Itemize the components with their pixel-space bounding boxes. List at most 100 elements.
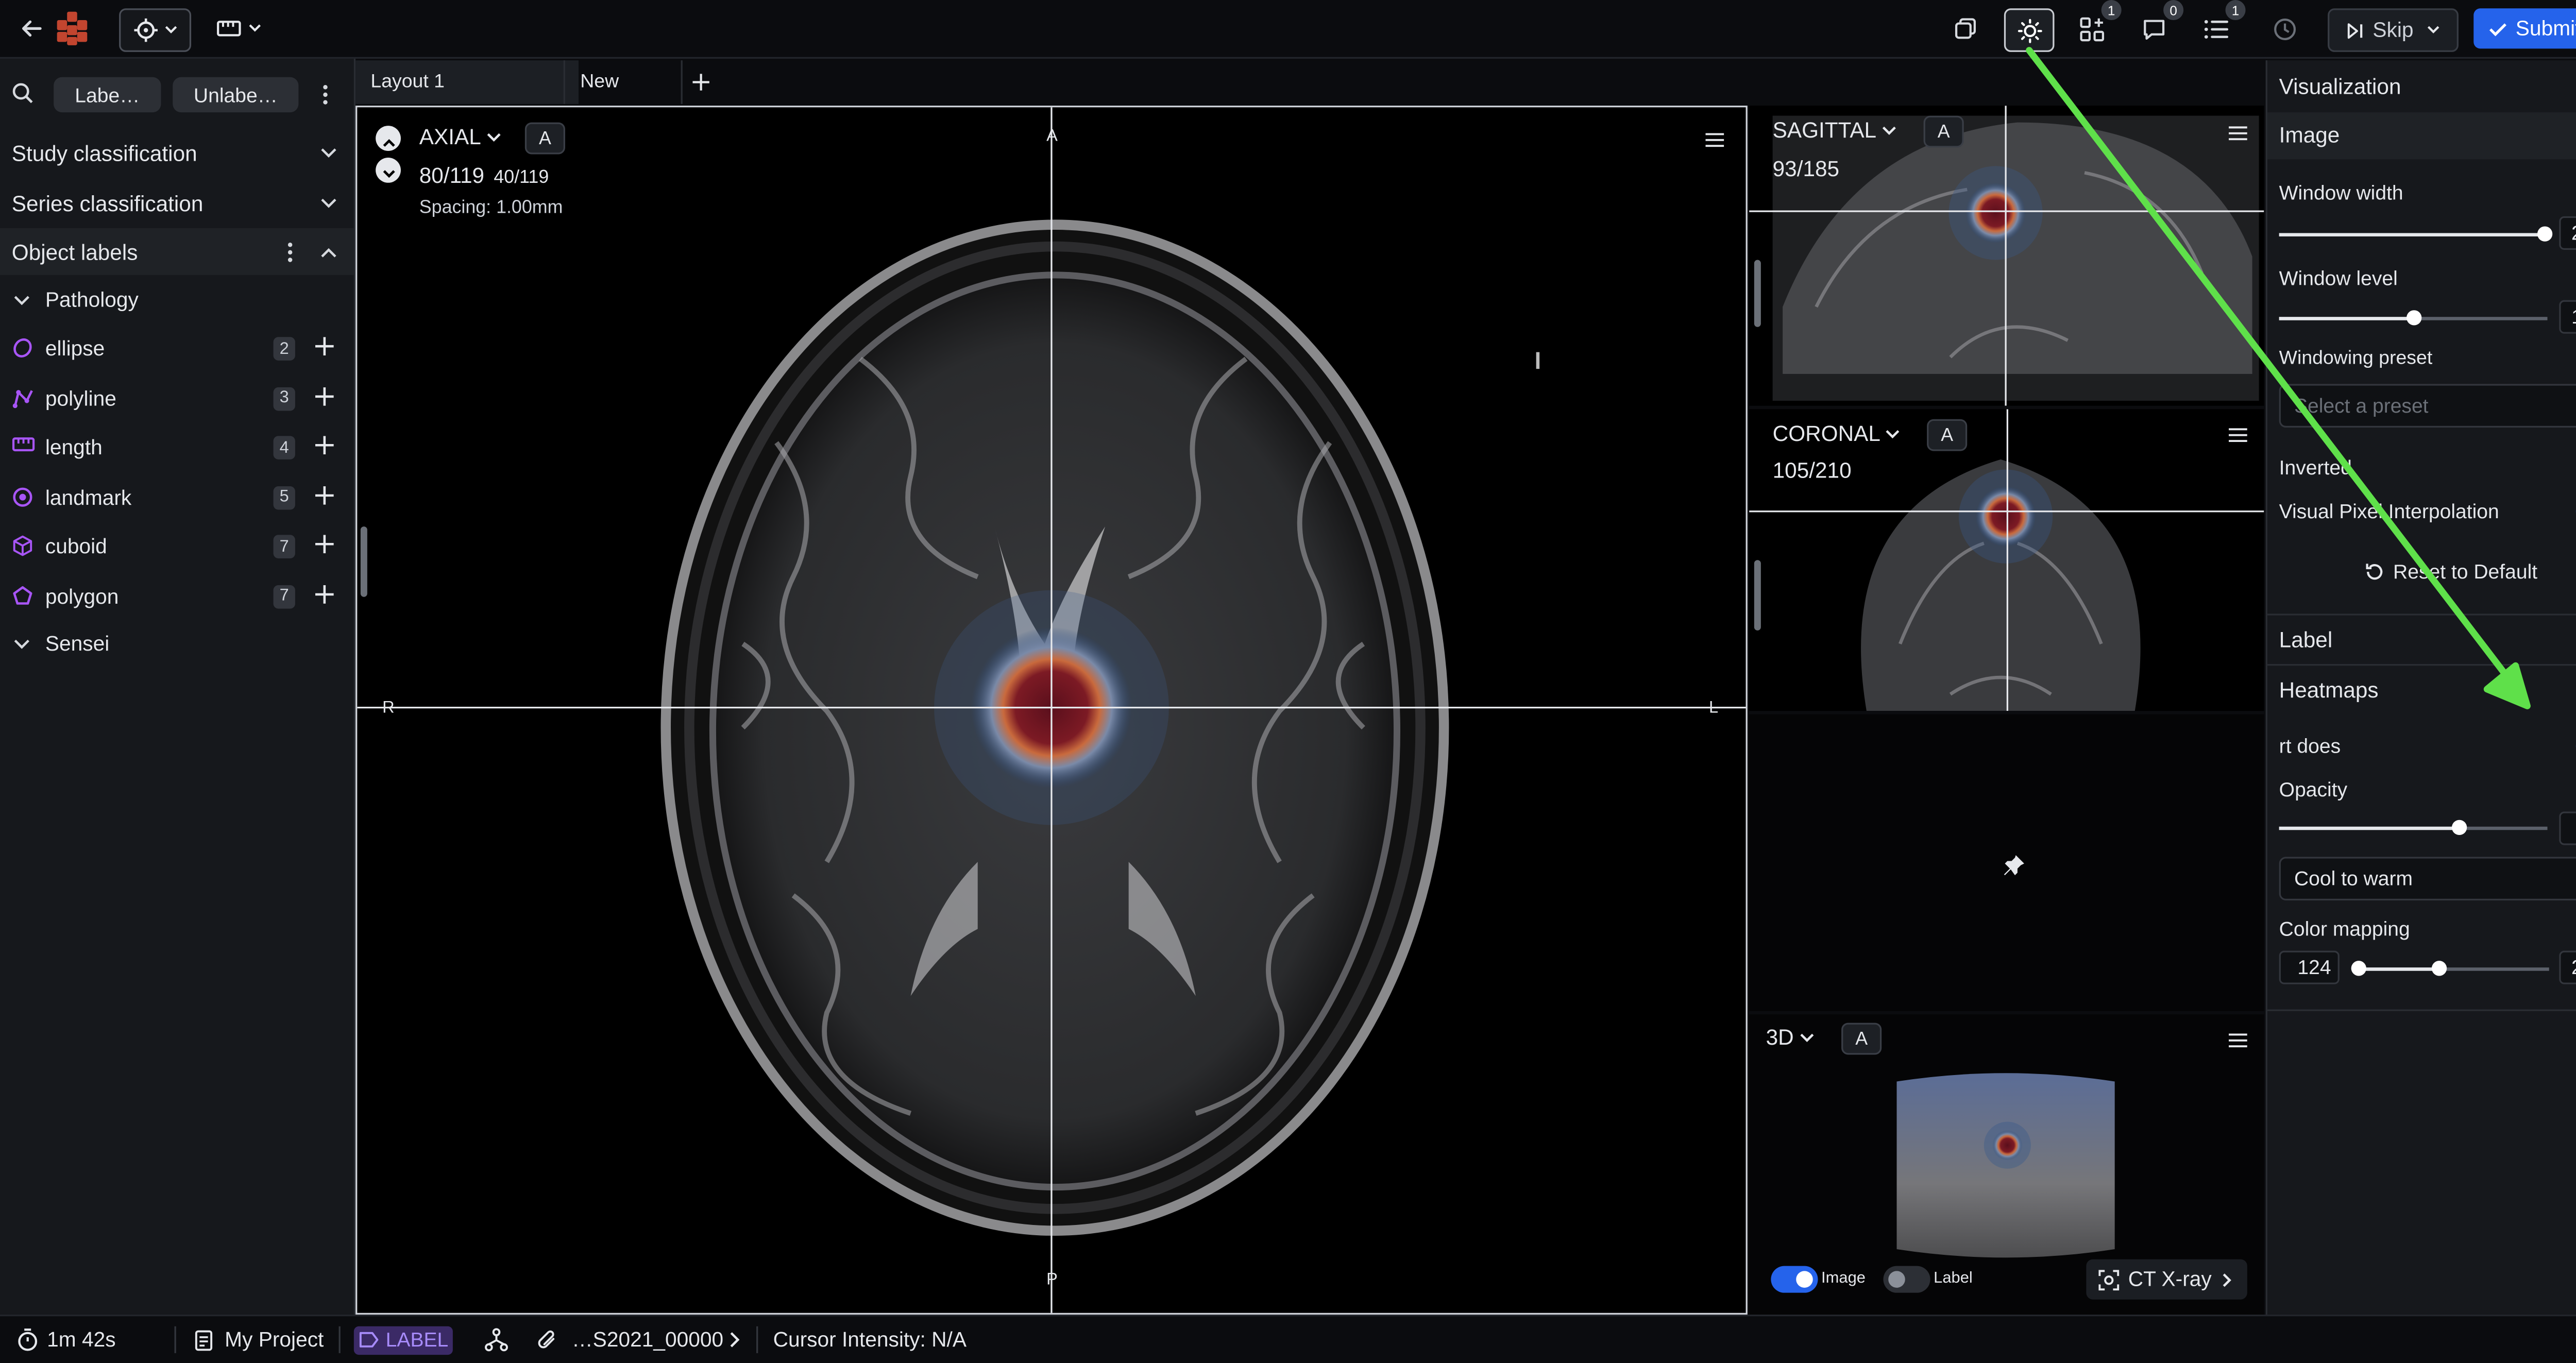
coronal-scrollbar[interactable] — [1754, 560, 1761, 631]
opacity-label: Opacity — [2279, 778, 2347, 802]
opacity-slider-handle[interactable] — [2452, 820, 2467, 835]
window-width-slider-handle[interactable] — [2537, 226, 2552, 241]
kebab-menu-icon[interactable] — [287, 242, 294, 263]
slice-up-button[interactable] — [376, 126, 401, 151]
label-section-label: Label — [2279, 627, 2333, 652]
polyline-icon — [12, 386, 33, 408]
color-mapping-max-handle[interactable] — [2432, 961, 2447, 976]
windowing-preset-select[interactable]: Select a preset — [2279, 384, 2576, 428]
pin-icon[interactable] — [2003, 854, 2026, 877]
app-logo — [50, 8, 94, 48]
add-label-plus-icon[interactable] — [315, 337, 334, 355]
3d-viewport[interactable]: 3D A Image Label CT X-ray — [1749, 1014, 2264, 1315]
ruler-tool-button[interactable] — [208, 8, 268, 48]
series-classification-section[interactable]: Series classification — [0, 179, 354, 226]
label-item-polyline[interactable]: polyline3 — [0, 375, 354, 422]
label-section-header[interactable]: Label — [2267, 614, 2576, 662]
chevron-down-icon — [2427, 25, 2441, 36]
image-section-header[interactable]: Image — [2267, 112, 2576, 159]
heatmaps-section-header[interactable]: Heatmaps — [2267, 664, 2576, 712]
label-item-ellipse[interactable]: ellipse2 — [0, 325, 354, 372]
inverted-label: Inverted — [2279, 456, 2352, 480]
coronal-menu-icon[interactable] — [2229, 428, 2247, 442]
label-item-length[interactable]: length4 — [0, 424, 354, 471]
sagittal-viewport[interactable]: SAGITTAL A 93/185 — [1749, 106, 2264, 406]
skip-button[interactable]: Skip — [2328, 8, 2459, 52]
label-item-landmark[interactable]: landmark5 — [0, 474, 354, 521]
3d-menu-icon[interactable] — [2229, 1033, 2247, 1048]
3d-view-selector[interactable]: 3D — [1766, 1025, 1814, 1050]
axial-view-selector[interactable]: AXIAL — [419, 124, 501, 149]
unlabeled-filter-chip[interactable]: Unlabe… — [173, 77, 298, 112]
axial-slice-index: 80/119 40/119 — [419, 163, 549, 188]
labeled-filter-chip[interactable]: Labe… — [54, 77, 161, 112]
color-mapping-min-handle[interactable] — [2351, 961, 2366, 976]
label-item-polygon[interactable]: polygon7 — [0, 573, 354, 620]
color-mapping-min-input[interactable]: 124 — [2279, 951, 2340, 984]
paperclip-icon — [537, 1328, 557, 1352]
window-level-slider-handle[interactable] — [2406, 310, 2421, 325]
label-item-cuboid[interactable]: cuboid7 — [0, 523, 354, 570]
group-sensei[interactable]: Sensei — [0, 620, 354, 667]
axial-slice-sub: 40/119 — [494, 168, 549, 188]
sagittal-view-selector[interactable]: SAGITTAL — [1773, 117, 1897, 143]
divider — [339, 1326, 341, 1353]
sagittal-menu-icon[interactable] — [2229, 126, 2247, 141]
axial-viewport[interactable]: AXIAL A 80/119 40/119 Spacing: 1.00mm A … — [355, 106, 1748, 1315]
modality-selector[interactable]: CT X-ray — [2086, 1259, 2247, 1300]
workflow-icon[interactable] — [485, 1316, 509, 1363]
add-label-plus-icon[interactable] — [315, 386, 334, 405]
project-link[interactable]: My Project — [195, 1316, 324, 1363]
opacity-input[interactable]: 67 — [2559, 811, 2576, 845]
kebab-menu-icon[interactable] — [322, 84, 329, 106]
study-classification-section[interactable]: Study classification — [0, 129, 354, 176]
file-link[interactable]: …S2021_00000 — [537, 1316, 740, 1363]
axial-menu-icon[interactable] — [1705, 132, 1724, 147]
tool-selector-button[interactable] — [119, 8, 191, 52]
comments-button[interactable]: 0 — [2135, 8, 2172, 48]
group-pathology[interactable]: Pathology — [0, 277, 354, 323]
tab-layout-1[interactable]: Layout 1 — [355, 60, 579, 104]
window-level-input[interactable]: 1246 — [2559, 300, 2576, 334]
axial-scrollbar[interactable] — [361, 526, 367, 597]
color-mapping-max-input[interactable]: 2818 — [2559, 951, 2576, 984]
slice-down-button[interactable] — [376, 158, 401, 183]
chevron-down-icon — [1799, 1032, 1814, 1043]
visualization-button[interactable] — [2004, 8, 2055, 52]
add-label-plus-icon[interactable] — [315, 436, 334, 454]
window-level-label: Window level — [2279, 267, 2398, 291]
object-labels-section[interactable]: Object labels — [0, 228, 354, 275]
check-icon — [2489, 21, 2507, 36]
submit-button[interactable]: Submit — [2473, 8, 2576, 48]
coronal-viewport[interactable]: CORONAL A 105/210 — [1749, 409, 2264, 711]
sagittal-orientation-button[interactable]: A — [1924, 116, 1964, 148]
sagittal-scrollbar[interactable] — [1754, 260, 1761, 327]
add-label-plus-icon[interactable] — [315, 584, 334, 603]
coronal-orientation-button[interactable]: A — [1927, 419, 1967, 451]
axial-orientation-button[interactable]: A — [525, 123, 565, 155]
window-width-input[interactable]: 2491 — [2559, 216, 2576, 250]
tasks-button[interactable]: 1 — [2197, 8, 2234, 48]
3d-image-toggle[interactable] — [1771, 1266, 1818, 1293]
coronal-view-selector[interactable]: CORONAL — [1773, 421, 1901, 446]
reset-to-default-button[interactable]: Reset to Default — [2365, 557, 2537, 587]
orientation-marker-posterior: P — [1046, 1271, 1058, 1289]
layout-button[interactable]: 1 — [2073, 8, 2110, 48]
back-arrow-icon[interactable] — [15, 8, 48, 48]
3d-orientation-button[interactable]: A — [1841, 1023, 1882, 1055]
search-icon[interactable] — [12, 82, 33, 104]
3d-label-toggle[interactable] — [1883, 1266, 1930, 1293]
layers-button[interactable] — [1947, 8, 1984, 48]
scan-icon — [2098, 1268, 2120, 1290]
reset-icon — [2365, 561, 2385, 582]
chevron-down-icon — [13, 295, 30, 307]
colormap-select[interactable]: Cool to warm — [2279, 857, 2576, 900]
add-label-plus-icon[interactable] — [315, 485, 334, 504]
empty-viewport[interactable] — [1749, 714, 2264, 1011]
orientation-marker-anterior: A — [1046, 127, 1058, 146]
add-tab-button[interactable] — [681, 60, 720, 104]
divider — [756, 1326, 758, 1353]
add-label-plus-icon[interactable] — [315, 535, 334, 553]
sagittal-slice: 93/185 — [1773, 156, 1839, 181]
history-button[interactable] — [2266, 8, 2303, 48]
